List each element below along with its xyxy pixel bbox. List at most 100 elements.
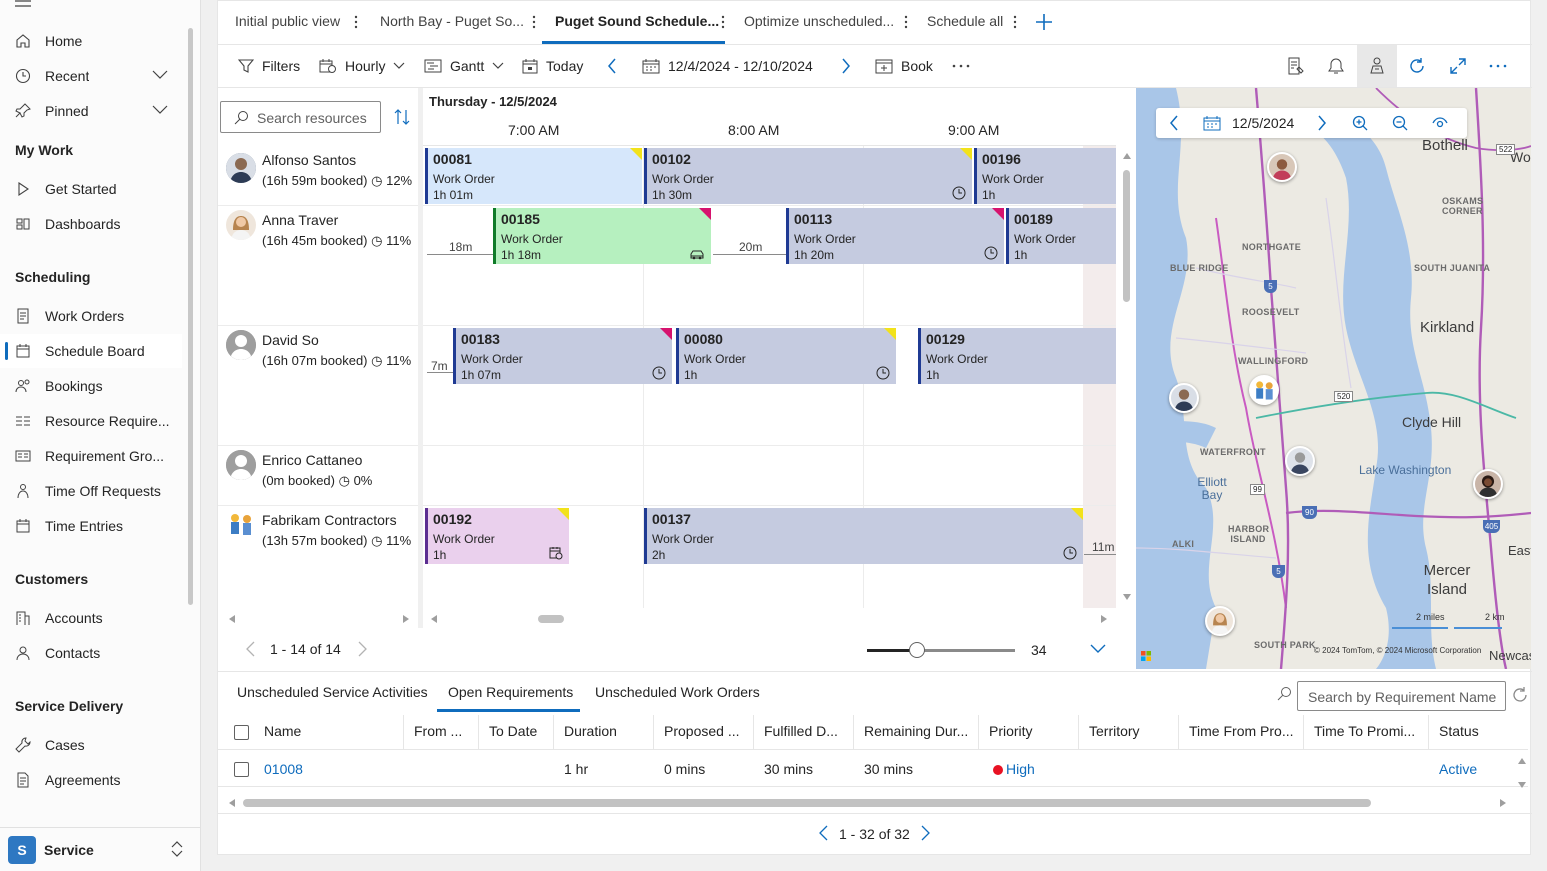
scroll-left-icon[interactable] — [228, 798, 236, 808]
scroll-right-icon[interactable] — [1499, 798, 1507, 808]
gantt-vertical-scrollbar[interactable] — [1118, 146, 1135, 608]
map-previous-day-icon[interactable] — [1169, 115, 1179, 131]
zoom-slider-thumb[interactable] — [909, 642, 925, 658]
row-checkbox[interactable] — [234, 762, 249, 777]
sidebar-item-time-off-requests[interactable]: Time Off Requests — [0, 474, 182, 508]
zoom-out-icon[interactable] — [1392, 115, 1408, 131]
requirement-name-link[interactable]: 01008 — [264, 761, 303, 777]
date-range-button[interactable]: 12/4/2024 - 12/10/2024 — [642, 46, 813, 86]
scroll-up-icon[interactable] — [1517, 757, 1527, 765]
more-vertical-icon[interactable] — [721, 14, 725, 30]
search-resources-input[interactable]: Search resources — [220, 101, 381, 133]
status-link[interactable]: Active — [1439, 761, 1477, 777]
calendar-icon[interactable] — [1203, 115, 1221, 131]
more-vertical-icon[interactable] — [1013, 14, 1017, 30]
sidebar-item-recent[interactable]: Recent — [0, 59, 182, 93]
sidebar-item-cases[interactable]: Cases — [0, 728, 182, 762]
booking-card[interactable]: 00183 Work Order 1h 07m — [453, 328, 672, 384]
column-header-duration[interactable]: Duration — [564, 723, 617, 739]
booking-card[interactable]: 00102 Work Order 1h 30m — [644, 148, 972, 204]
tab-open-requirements[interactable]: Open Requirements — [448, 684, 573, 700]
today-button[interactable]: Today — [522, 46, 583, 86]
sidebar-item-get-started[interactable]: Get Started — [0, 172, 182, 206]
hourly-dropdown[interactable]: Hourly — [319, 46, 413, 86]
tab-schedule-all[interactable]: Schedule all — [927, 1, 1003, 43]
map-panel[interactable]: Bothell Kirkland Clyde Hill Mercer Islan… — [1136, 88, 1531, 669]
more-horizontal-icon[interactable] — [1489, 64, 1507, 68]
sidebar-item-time-entries[interactable]: Time Entries — [0, 509, 182, 543]
column-header-status[interactable]: Status — [1439, 723, 1479, 739]
booking-card[interactable]: 00081 Work Order 1h 01m — [425, 148, 642, 204]
map-toggle-button[interactable] — [1357, 45, 1397, 87]
collapse-chevron-icon[interactable] — [1090, 644, 1106, 654]
sidebar-item-agreements[interactable]: Agreements — [0, 763, 182, 797]
next-week-icon[interactable] — [841, 58, 851, 74]
booking-card[interactable]: 00129 Work Order 1h — [918, 328, 1116, 384]
scroll-down-icon[interactable] — [1517, 781, 1527, 789]
column-header-from-date[interactable]: From ... — [414, 723, 478, 739]
sidebar-item-schedule-board[interactable]: Schedule Board — [0, 334, 182, 368]
priority-link[interactable]: High — [1006, 761, 1035, 777]
column-header-remaining[interactable]: Remaining Dur... — [864, 723, 974, 739]
sidebar-item-home[interactable]: Home — [0, 24, 182, 58]
map-resource-pin[interactable] — [1285, 446, 1315, 476]
tab-puget-sound[interactable]: Puget Sound Schedule... — [555, 1, 719, 43]
expand-icon[interactable] — [1449, 57, 1467, 75]
sort-icon[interactable] — [394, 109, 410, 125]
sidebar-item-work-orders[interactable]: Work Orders — [0, 299, 182, 333]
column-header-to-date[interactable]: To Date — [489, 723, 537, 739]
column-header-time-to-promised[interactable]: Time To Promi... — [1314, 723, 1426, 739]
next-page-icon[interactable] — [921, 825, 930, 841]
book-button[interactable]: Book — [875, 46, 933, 86]
add-tab-icon[interactable] — [1035, 13, 1053, 31]
map-next-day-icon[interactable] — [1317, 115, 1327, 131]
chevron-down-icon[interactable] — [152, 70, 168, 80]
sidebar-scrollbar[interactable] — [188, 28, 193, 605]
scroll-right-icon[interactable] — [402, 614, 410, 624]
resource-row[interactable]: Anna Traver (16h 45m booked) ◷ 11% — [218, 206, 418, 325]
tab-optimize-unscheduled[interactable]: Optimize unscheduled... — [744, 1, 894, 43]
map-resource-pin[interactable] — [1169, 383, 1199, 413]
tab-initial-public-view[interactable]: Initial public view — [235, 1, 340, 43]
map-resource-pin[interactable] — [1267, 152, 1297, 182]
booking-card[interactable]: 00137 Work Order 2h — [644, 508, 1083, 564]
booking-card[interactable]: 00189 Work Order 1h — [1006, 208, 1116, 264]
next-page-icon[interactable] — [358, 641, 367, 657]
sidebar-item-bookings[interactable]: Bookings — [0, 369, 182, 403]
previous-page-icon[interactable] — [819, 825, 828, 841]
area-switcher[interactable]: S Service — [0, 827, 200, 871]
sidebar-item-pinned[interactable]: Pinned — [0, 94, 182, 128]
gantt-dropdown[interactable]: Gantt — [424, 46, 512, 86]
resource-row[interactable]: Enrico Cattaneo (0m booked) ◷ 0% — [218, 446, 418, 505]
booking-card[interactable]: 00113 Work Order 1h 20m — [786, 208, 1004, 264]
scroll-right-icon[interactable] — [1100, 614, 1108, 624]
map-resource-pin[interactable] — [1249, 375, 1279, 405]
booking-card[interactable]: 00080 Work Order 1h — [676, 328, 896, 384]
resource-row[interactable]: David So (16h 07m booked) ◷ 11% — [218, 326, 418, 445]
map-resource-pin[interactable] — [1205, 606, 1235, 636]
bell-icon[interactable] — [1328, 57, 1344, 75]
sidebar-item-accounts[interactable]: Accounts — [0, 601, 182, 635]
more-vertical-icon[interactable] — [904, 14, 908, 30]
refresh-icon[interactable] — [1408, 57, 1426, 75]
tab-north-bay[interactable]: North Bay - Puget So... — [380, 1, 524, 43]
search-requirement-input[interactable]: Search by Requirement Name — [1297, 681, 1506, 711]
sidebar-item-contacts[interactable]: Contacts — [0, 636, 182, 670]
zoom-slider-track[interactable] — [867, 642, 1015, 658]
booking-card[interactable]: 00185 Work Order 1h 18m — [493, 208, 711, 264]
column-header-territory[interactable]: Territory — [1089, 723, 1140, 739]
scroll-left-icon[interactable] — [228, 614, 236, 624]
more-horizontal-icon[interactable] — [952, 64, 970, 68]
gantt-horizontal-scroll-thumb[interactable] — [538, 615, 564, 623]
booking-card[interactable]: 00196 Work Order 1h — [974, 148, 1116, 204]
more-vertical-icon[interactable] — [532, 14, 536, 30]
column-header-fulfilled[interactable]: Fulfilled D... — [764, 723, 852, 739]
scroll-left-icon[interactable] — [430, 614, 438, 624]
refresh-icon[interactable] — [1511, 686, 1529, 704]
hamburger-icon[interactable] — [15, 0, 31, 8]
column-header-priority[interactable]: Priority — [989, 723, 1033, 739]
map-resource-pin[interactable] — [1473, 469, 1503, 499]
column-header-time-from-promised[interactable]: Time From Pro... — [1189, 723, 1304, 739]
resource-row[interactable]: Fabrikam Contractors (13h 57m booked) ◷ … — [218, 506, 418, 608]
filters-button[interactable]: Filters — [238, 46, 300, 86]
